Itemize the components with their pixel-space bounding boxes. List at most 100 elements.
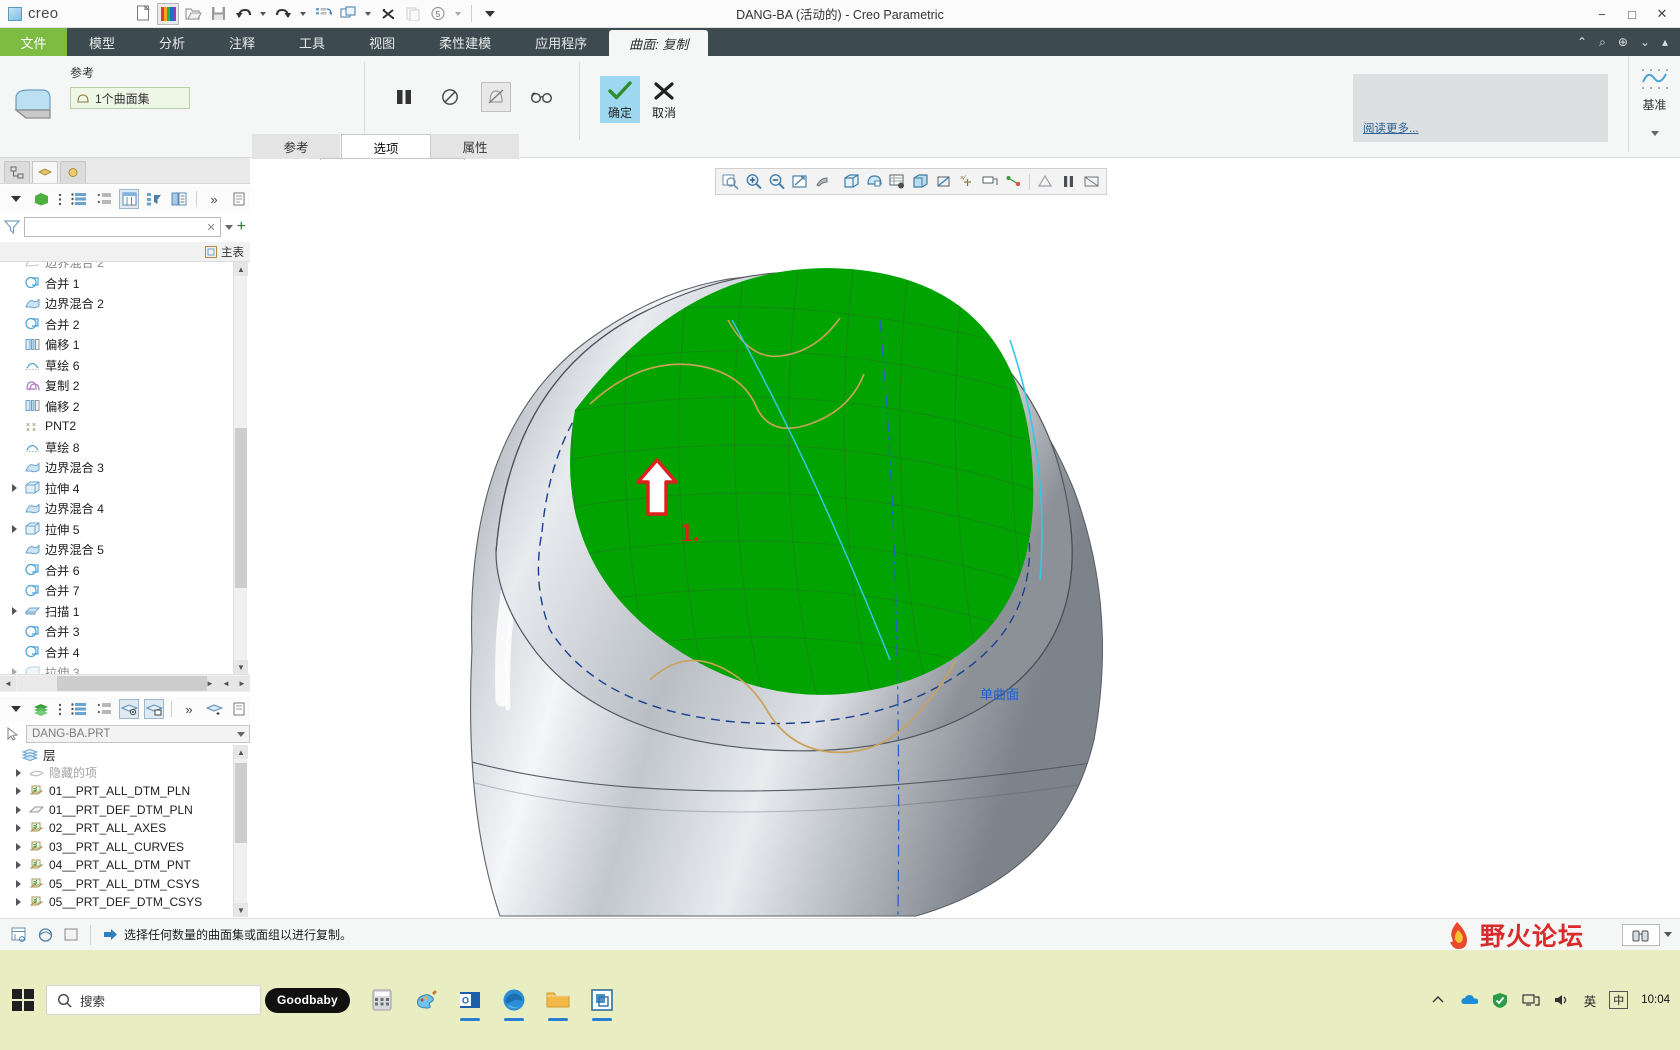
layer-collapse-caret-icon[interactable] [6, 699, 26, 719]
tree-list-icon[interactable] [69, 189, 89, 209]
layer-row[interactable]: 隐藏的项 [0, 764, 233, 783]
window-dropdown-caret-icon[interactable] [362, 3, 374, 25]
glasses-preview-icon[interactable] [527, 82, 557, 112]
refit-zoom-icon[interactable] [720, 171, 741, 193]
datum-display-icon[interactable] [841, 171, 862, 193]
undo-dropdown-caret-icon[interactable] [257, 3, 269, 25]
layer-tree[interactable]: 层 隐藏的项 01__PRT_ALL_DTM_PLN 01__PRT_DEF_D… [0, 745, 233, 917]
tree-expander[interactable] [10, 262, 19, 267]
clear-search-icon[interactable]: ✕ [206, 221, 215, 234]
layer-expander[interactable] [14, 842, 23, 851]
tab-options[interactable]: 选项 [341, 134, 431, 159]
minimize-button[interactable]: − [1588, 2, 1616, 26]
taskbar-search-input[interactable]: 搜索 [46, 985, 261, 1015]
menu-item-file[interactable]: 文件 [0, 28, 67, 56]
layer-row[interactable]: 04__PRT_ALL_DTM_PNT [0, 856, 233, 875]
add-filter-icon[interactable]: + [237, 219, 246, 235]
chevron-down-icon[interactable]: ⌄ [1640, 35, 1650, 49]
search-input[interactable]: ✕ [24, 217, 221, 237]
model-tree-horizontal-scrollbar[interactable]: ◄ ► ◄ ► [0, 674, 250, 692]
tree-expander[interactable] [10, 606, 19, 615]
tree-row[interactable]: 边界混合 2 [0, 262, 233, 273]
taskbar-clock[interactable]: 10:04 [1641, 993, 1670, 1007]
layer-tree-vertical-scrollbar[interactable]: ▲ ▼ [233, 745, 248, 917]
layer-row[interactable]: 01__PRT_DEF_DTM_PLN [0, 801, 233, 820]
file-explorer-icon[interactable] [544, 986, 572, 1021]
minimize-ribbon-icon[interactable]: ▴ [1662, 35, 1668, 49]
layer-expander[interactable] [14, 768, 23, 777]
appearance-icon[interactable]: ×⁄ [957, 171, 978, 193]
search-options-caret-icon[interactable] [1664, 932, 1672, 937]
menu-item-model[interactable]: 模型 [67, 28, 137, 56]
spin-icon[interactable] [36, 926, 54, 944]
layer-row[interactable]: 03__PRT_ALL_CURVES [0, 838, 233, 857]
creo-app-icon[interactable] [588, 986, 616, 1021]
tree-row[interactable]: 拉伸 3 [0, 662, 233, 674]
tree-row[interactable]: 合并 7 [0, 580, 233, 601]
tree-row[interactable]: × × × × PNT2 [0, 416, 233, 437]
goodbaby-badge[interactable]: Goodbaby [265, 987, 350, 1013]
tree-row[interactable]: 边界混合 2 [0, 293, 233, 314]
tree-row[interactable]: 合并 1 [0, 273, 233, 294]
tree-expander[interactable] [10, 319, 19, 328]
tree-more-dots-icon[interactable] [56, 189, 64, 209]
volume-icon[interactable] [1553, 991, 1571, 1009]
undo-icon[interactable] [232, 3, 254, 25]
view-manager-icon[interactable] [864, 171, 885, 193]
favorites-tab[interactable] [60, 161, 86, 183]
history-dropdown-caret-icon[interactable] [452, 3, 464, 25]
tree-row[interactable]: 复制 2 [0, 375, 233, 396]
close-window-icon[interactable] [377, 3, 399, 25]
tree-expander[interactable] [10, 627, 19, 636]
layer-expander[interactable] [14, 861, 23, 870]
model-cube-icon[interactable] [31, 189, 51, 209]
layer-settings-icon[interactable] [229, 699, 249, 719]
onedrive-icon[interactable] [1460, 991, 1478, 1009]
tree-settings-icon[interactable] [229, 189, 249, 209]
display-style-icon[interactable] [934, 171, 955, 193]
layer-expander[interactable] [14, 879, 23, 888]
scroll-thumb[interactable] [235, 428, 247, 588]
layer-more-dots-icon[interactable] [56, 699, 64, 719]
saved-views-icon[interactable] [887, 171, 908, 193]
annotation-display-icon[interactable] [980, 171, 1001, 193]
tree-expander[interactable] [10, 463, 19, 472]
menu-item-analysis[interactable]: 分析 [137, 28, 207, 56]
tab-properties[interactable]: 属性 [431, 134, 520, 159]
globe-icon[interactable]: ⊕ [1618, 35, 1628, 49]
tree-row[interactable]: 合并 2 [0, 314, 233, 335]
active-feature-tab-surface-copy[interactable]: 曲面: 复制 [609, 30, 709, 56]
menu-item-applications[interactable]: 应用程序 [513, 28, 609, 56]
tree-expander[interactable] [10, 299, 19, 308]
redo-icon[interactable] [272, 3, 294, 25]
history-icon[interactable]: 5 [427, 3, 449, 25]
layer-expander[interactable] [14, 824, 23, 833]
window-switch-icon[interactable] [337, 3, 359, 25]
tree-row[interactable]: 草绘 8 [0, 437, 233, 458]
tree-row[interactable]: 合并 3 [0, 621, 233, 642]
menu-item-annotate[interactable]: 注释 [207, 28, 277, 56]
ok-button[interactable]: 确定 [600, 76, 640, 123]
perspective-icon[interactable] [1003, 171, 1024, 193]
tree-expander[interactable] [10, 504, 19, 513]
calculator-app-icon[interactable] [368, 986, 396, 1014]
tree-expander[interactable] [10, 483, 19, 492]
show-hidden-icons-chevron[interactable] [1429, 991, 1447, 1009]
tree-row[interactable]: 草绘 6 [0, 355, 233, 376]
layer-row[interactable]: 02__PRT_ALL_AXES [0, 819, 233, 838]
color-palette-icon[interactable] [157, 2, 179, 25]
menu-item-tools[interactable]: 工具 [277, 28, 347, 56]
tab-references[interactable]: 参考 [252, 134, 341, 159]
tree-row[interactable]: 合并 6 [0, 560, 233, 581]
tree-expander[interactable] [10, 524, 19, 533]
read-more-link[interactable]: 阅读更多... [1363, 120, 1419, 136]
stop-playback-icon[interactable] [1081, 171, 1102, 193]
chevron-up-icon[interactable]: ⌃ [1577, 35, 1587, 49]
tree-grid-icon[interactable] [94, 189, 114, 209]
outlook-app-icon[interactable]: O [456, 986, 484, 1021]
layers-stack-icon[interactable] [31, 699, 51, 719]
layer-isolate-icon[interactable] [144, 699, 164, 719]
scroll-thumb[interactable] [235, 763, 247, 843]
zoom-in-icon[interactable] [743, 171, 764, 193]
open-folder-icon[interactable] [182, 3, 204, 25]
